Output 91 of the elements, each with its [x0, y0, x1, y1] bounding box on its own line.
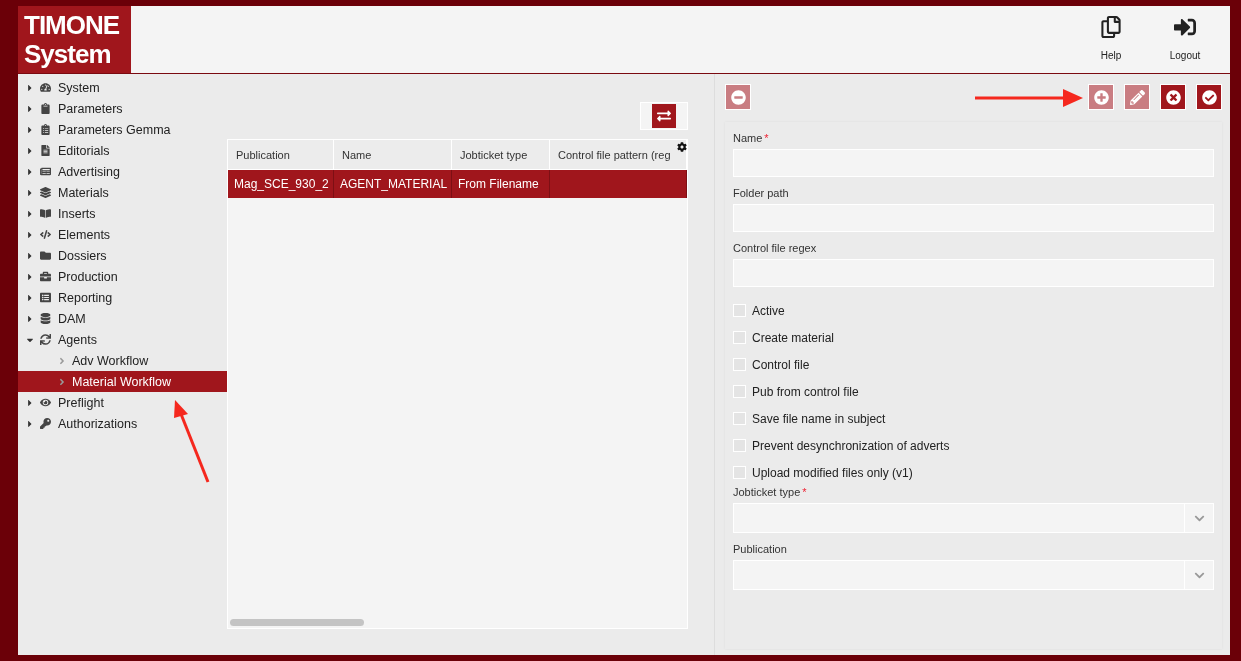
logo: TIMONE System — [18, 6, 131, 73]
tree-item[interactable]: Elements — [18, 224, 215, 245]
key-icon — [40, 418, 52, 429]
tree-item[interactable]: Parameters Gemma — [18, 119, 215, 140]
field-label: Name * — [733, 132, 770, 144]
checkbox[interactable] — [733, 466, 746, 479]
field-label: Jobticket type * — [733, 486, 808, 498]
help-icon — [1100, 16, 1122, 38]
book-icon — [40, 208, 52, 219]
tree-item[interactable]: Agents — [18, 329, 215, 350]
caret-icon — [58, 376, 66, 387]
clipboard-list-icon — [40, 124, 52, 135]
checkbox-label: Prevent desynchronization of adverts — [752, 438, 950, 453]
gauge-icon — [40, 82, 52, 93]
list-icon — [40, 292, 52, 303]
table-row[interactable]: Mag_SCE_930_2 AGENT_MATERIAL From Filename — [228, 170, 687, 198]
tree-item[interactable]: System — [18, 77, 215, 98]
caret-icon — [26, 229, 34, 240]
caret-icon — [26, 271, 34, 282]
tree-item[interactable]: Preflight — [18, 392, 215, 413]
sync-icon — [40, 334, 52, 345]
newspaper-icon — [40, 166, 52, 177]
tree-item[interactable]: Adv Workflow — [18, 350, 215, 371]
pencil-icon — [1129, 89, 1145, 105]
caret-icon — [26, 313, 34, 324]
settings-icon[interactable] — [677, 142, 687, 152]
logout-button[interactable]: Logout — [1160, 16, 1210, 73]
caret-icon — [26, 124, 34, 135]
checkbox[interactable] — [733, 358, 746, 371]
select-field[interactable] — [733, 560, 1214, 590]
checkbox-label: Save file name in subject — [752, 411, 886, 426]
caret-icon — [26, 397, 34, 408]
plus-icon — [1093, 89, 1109, 105]
tree-item[interactable]: Dossiers — [18, 245, 215, 266]
cancel-button[interactable] — [1160, 84, 1186, 110]
tree-item[interactable]: DAM — [18, 308, 215, 329]
tree-item[interactable]: Advertising — [18, 161, 215, 182]
code-icon — [40, 229, 52, 240]
checkbox[interactable] — [733, 439, 746, 452]
logout-icon — [1174, 16, 1196, 38]
column-header[interactable]: Jobticket type — [452, 140, 550, 169]
column-header[interactable]: Name — [334, 140, 452, 169]
tree-item[interactable]: Production — [18, 266, 215, 287]
folder-icon — [40, 250, 52, 261]
caret-icon — [26, 166, 34, 177]
select-field[interactable] — [733, 503, 1214, 533]
tree-item[interactable]: Reporting — [18, 287, 215, 308]
help-button[interactable]: Help — [1086, 16, 1136, 73]
document-icon — [40, 145, 52, 156]
caret-icon — [26, 82, 34, 93]
tree-item[interactable]: Parameters — [18, 98, 215, 119]
field-label: Folder path — [733, 187, 790, 199]
field-label: Control file regex — [733, 242, 818, 254]
checkbox-label: Control file — [752, 357, 810, 372]
layers-icon — [40, 187, 52, 198]
checkbox-label: Upload modified files only (v1) — [752, 465, 913, 480]
eye-icon — [40, 397, 52, 408]
close-icon — [1165, 89, 1181, 105]
tree-item[interactable]: Editorials — [18, 140, 215, 161]
refresh-button[interactable] — [640, 102, 688, 130]
caret-icon — [26, 103, 34, 114]
checkbox-label: Pub from control file — [752, 384, 859, 399]
briefcase-icon — [40, 271, 52, 282]
caret-icon — [26, 292, 34, 303]
checkbox-label: Active — [752, 303, 785, 318]
caret-icon — [26, 418, 34, 429]
field-label: Publication — [733, 543, 788, 555]
table-cell: Mag_SCE_930_2 — [228, 170, 334, 198]
table-cell: From Filename — [452, 170, 550, 198]
database-icon — [40, 313, 52, 324]
tree-item[interactable]: Inserts — [18, 203, 215, 224]
clipboard-icon — [40, 103, 52, 114]
tree-item[interactable]: Authorizations — [18, 413, 215, 434]
check-icon — [1201, 89, 1217, 105]
checkbox[interactable] — [733, 331, 746, 344]
caret-icon — [26, 145, 34, 156]
scrollbar[interactable] — [230, 619, 364, 626]
refresh-icon — [652, 104, 676, 128]
caret-icon — [26, 187, 34, 198]
checkbox[interactable] — [733, 385, 746, 398]
tree-item[interactable]: Materials — [18, 182, 215, 203]
checkbox[interactable] — [733, 304, 746, 317]
table-cell: AGENT_MATERIAL — [334, 170, 452, 198]
minus-icon — [730, 89, 746, 105]
save-button[interactable] — [1196, 84, 1222, 110]
caret-icon — [26, 208, 34, 219]
caret-icon — [26, 250, 34, 261]
column-header[interactable]: Publication — [228, 140, 334, 169]
checkbox[interactable] — [733, 412, 746, 425]
checkbox-label: Create material — [752, 330, 835, 345]
caret-icon — [58, 355, 66, 366]
